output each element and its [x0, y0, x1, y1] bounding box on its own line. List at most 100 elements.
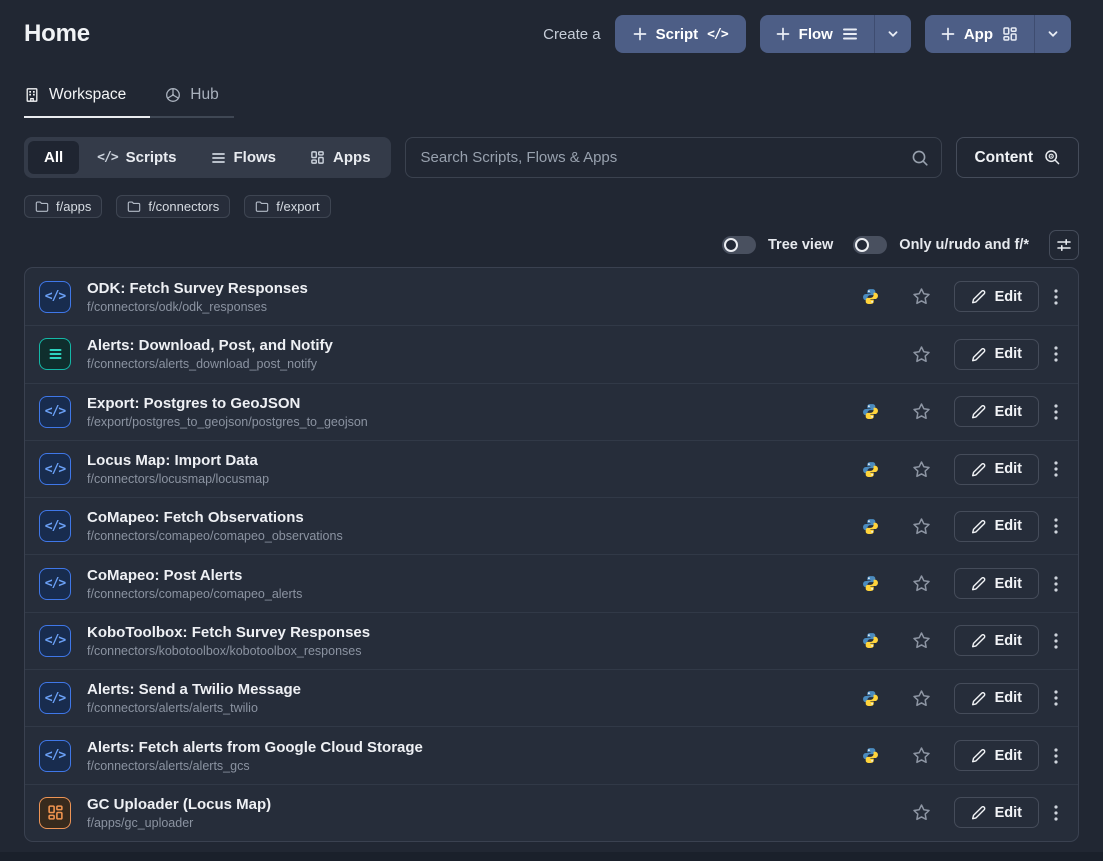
item-path: f/connectors/comapeo/comapeo_observation…: [87, 529, 343, 543]
item-actions: Edit: [862, 454, 1064, 485]
item-path: f/export/postgres_to_geojson/postgres_to…: [87, 415, 368, 429]
more-options-button[interactable]: [1048, 342, 1064, 366]
star-button[interactable]: [910, 458, 933, 481]
code-icon: </>: [97, 150, 117, 165]
script-icon: </>: [45, 462, 65, 477]
edit-button[interactable]: Edit: [954, 797, 1039, 828]
script-icon: </>: [45, 404, 65, 419]
filter-apps[interactable]: Apps: [294, 141, 387, 174]
folder-chip-apps[interactable]: f/apps: [24, 195, 102, 218]
create-script-label: Script: [656, 26, 699, 43]
create-flow-button[interactable]: Flow: [760, 15, 874, 53]
list-item[interactable]: </> CoMapeo: Post Alerts f/connectors/co…: [25, 554, 1078, 611]
item-text: Alerts: Download, Post, and Notify f/con…: [87, 337, 333, 371]
list-item[interactable]: </> Alerts: Send a Twilio Message f/conn…: [25, 669, 1078, 726]
more-options-button[interactable]: [1048, 514, 1064, 538]
create-app-button[interactable]: App: [925, 15, 1034, 53]
plus-icon: [776, 27, 790, 41]
create-app-label: App: [964, 26, 993, 43]
script-icon: </>: [45, 576, 65, 591]
list-item[interactable]: </> Alerts: Download, Post, and Notify f…: [25, 325, 1078, 382]
more-options-button[interactable]: [1048, 285, 1064, 309]
edit-button[interactable]: Edit: [954, 454, 1039, 485]
python-icon: [862, 288, 879, 305]
owner-filter-toggle[interactable]: [853, 236, 887, 254]
filter-apps-label: Apps: [333, 149, 371, 166]
item-type-icon: </>: [39, 568, 71, 600]
list-item[interactable]: </> Export: Postgres to GeoJSON f/export…: [25, 383, 1078, 440]
more-options-button[interactable]: [1048, 686, 1064, 710]
display-settings-button[interactable]: [1049, 230, 1079, 260]
tree-view-label: Tree view: [768, 237, 833, 253]
star-button[interactable]: [910, 400, 933, 423]
home-page: Home Create a Script </> Flow: [0, 0, 1103, 842]
more-options-button[interactable]: [1048, 572, 1064, 596]
sliders-icon: [1056, 237, 1072, 253]
tab-workspace[interactable]: Workspace: [24, 82, 150, 118]
more-options-button[interactable]: [1048, 629, 1064, 653]
item-path: f/connectors/alerts/alerts_gcs: [87, 759, 423, 773]
more-options-button[interactable]: [1048, 801, 1064, 825]
folder-chip-export[interactable]: f/export: [244, 195, 330, 218]
folder-chip-connectors[interactable]: f/connectors: [116, 195, 230, 218]
list-item[interactable]: </> Alerts: Fetch alerts from Google Clo…: [25, 726, 1078, 783]
edit-button[interactable]: Edit: [954, 625, 1039, 656]
filter-all[interactable]: All: [28, 141, 79, 174]
kebab-icon: [1054, 346, 1058, 362]
filter-flows[interactable]: Flows: [195, 141, 293, 174]
create-flow-label: Flow: [799, 26, 833, 43]
item-text: ODK: Fetch Survey Responses f/connectors…: [87, 280, 308, 314]
more-options-button[interactable]: [1048, 400, 1064, 424]
create-script-button[interactable]: Script </>: [615, 15, 746, 53]
content-button[interactable]: Content: [956, 137, 1079, 178]
search-input[interactable]: [405, 137, 943, 178]
edit-button[interactable]: Edit: [954, 339, 1039, 370]
tab-hub[interactable]: Hub: [150, 82, 233, 118]
item-actions: Edit: [862, 797, 1064, 828]
plus-icon: [633, 27, 647, 41]
edit-button[interactable]: Edit: [954, 281, 1039, 312]
tab-hub-label: Hub: [190, 86, 218, 104]
edit-button-label: Edit: [995, 805, 1022, 821]
list-item[interactable]: </> Locus Map: Import Data f/connectors/…: [25, 440, 1078, 497]
star-button[interactable]: [910, 343, 933, 366]
more-options-button[interactable]: [1048, 744, 1064, 768]
edit-button[interactable]: Edit: [954, 511, 1039, 542]
toggle-knob: [855, 238, 869, 252]
edit-button[interactable]: Edit: [954, 396, 1039, 427]
star-button[interactable]: [910, 572, 933, 595]
star-button[interactable]: [910, 629, 933, 652]
star-button[interactable]: [910, 801, 933, 824]
list-item[interactable]: </> GC Uploader (Locus Map) f/apps/gc_up…: [25, 784, 1078, 841]
more-options-button[interactable]: [1048, 457, 1064, 481]
tree-view-toggle[interactable]: [722, 236, 756, 254]
list-item[interactable]: </> ODK: Fetch Survey Responses f/connec…: [25, 268, 1078, 325]
kebab-icon: [1054, 748, 1058, 764]
chevron-down-icon: [887, 28, 899, 40]
header: Home Create a Script </> Flow: [0, 0, 1103, 56]
edit-button[interactable]: Edit: [954, 568, 1039, 599]
kebab-icon: [1054, 289, 1058, 305]
flow-dropdown-button[interactable]: [875, 15, 911, 53]
item-title: Locus Map: Import Data: [87, 452, 269, 469]
star-icon: [912, 345, 931, 364]
list-item[interactable]: </> KoboToolbox: Fetch Survey Responses …: [25, 612, 1078, 669]
star-button[interactable]: [910, 744, 933, 767]
star-button[interactable]: [910, 515, 933, 538]
filter-scripts[interactable]: </> Scripts: [81, 141, 192, 174]
edit-button-label: Edit: [995, 346, 1022, 362]
pencil-icon: [971, 347, 986, 362]
star-button[interactable]: [910, 285, 933, 308]
item-title: ODK: Fetch Survey Responses: [87, 280, 308, 297]
star-button[interactable]: [910, 687, 933, 710]
pencil-icon: [971, 289, 986, 304]
edit-button[interactable]: Edit: [954, 683, 1039, 714]
filter-row: All </> Scripts Flows Apps Content: [24, 137, 1079, 178]
edit-button[interactable]: Edit: [954, 740, 1039, 771]
building-icon: [24, 87, 40, 103]
star-icon: [912, 574, 931, 593]
app-dropdown-button[interactable]: [1035, 15, 1071, 53]
list-item[interactable]: </> CoMapeo: Fetch Observations f/connec…: [25, 497, 1078, 554]
item-type-icon: </>: [39, 682, 71, 714]
item-text: Locus Map: Import Data f/connectors/locu…: [87, 452, 269, 486]
